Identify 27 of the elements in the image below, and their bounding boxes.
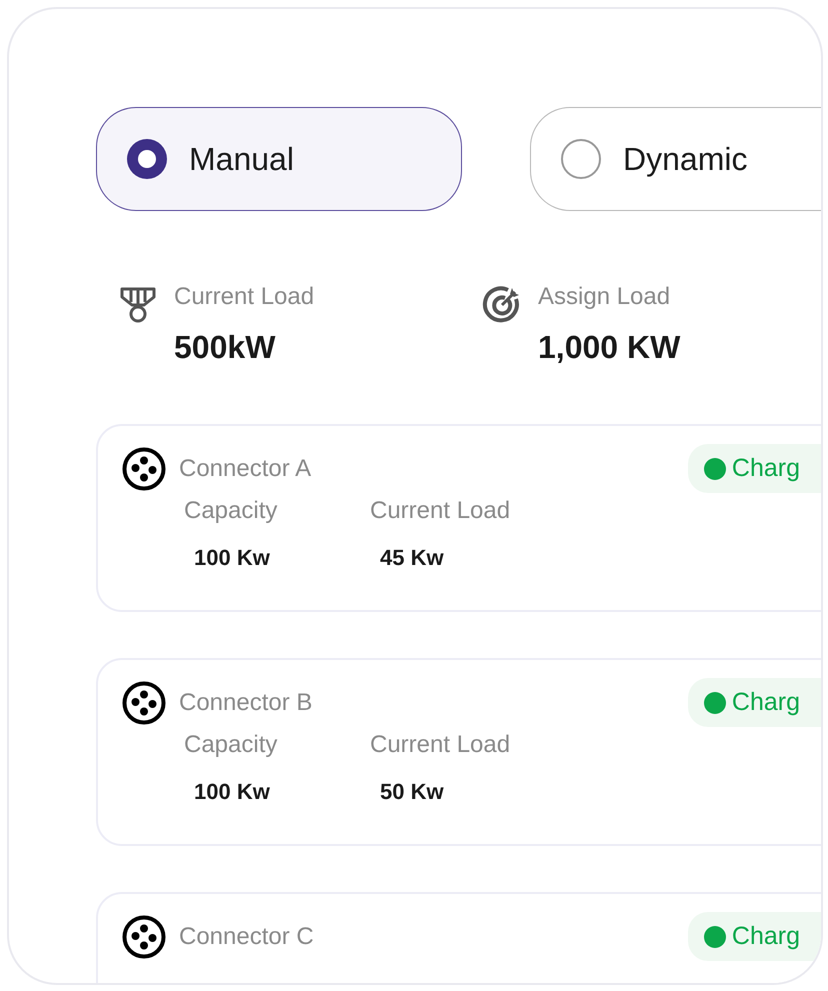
connector-plug-icon <box>122 680 166 724</box>
capacity-label: Capacity <box>184 497 278 525</box>
stat-label: Current Load <box>174 283 314 311</box>
stat-value: 500kW <box>174 329 276 366</box>
radio-button[interactable] <box>561 139 601 179</box>
status-badge: Charg <box>688 678 821 727</box>
status-badge: Charg <box>688 444 821 493</box>
connector-name: Connector A <box>179 454 312 482</box>
connector-plug-icon <box>122 446 166 490</box>
stat-value: 1,000 KW <box>538 329 680 366</box>
load-value: 45 Kw <box>380 545 444 571</box>
capacity-value: 100 Kw <box>194 545 270 571</box>
load-label: Current Load <box>370 731 510 759</box>
connector-plug-icon <box>122 914 166 958</box>
connector-name: Connector B <box>179 688 312 716</box>
capacity-label: Capacity <box>184 731 278 759</box>
load-label: Current Load <box>370 497 510 525</box>
mode-option[interactable]: Manual <box>96 107 462 211</box>
load-value: 50 Kw <box>380 779 444 805</box>
stat-label: Assign Load <box>538 283 672 311</box>
connector-name: Connector C <box>179 922 314 950</box>
medal-icon <box>118 285 158 325</box>
status-badge: Charg <box>688 912 821 961</box>
capacity-value: 100 Kw <box>194 779 270 805</box>
target-icon <box>482 285 522 325</box>
radio-button[interactable] <box>127 139 167 179</box>
mode-option[interactable]: Dynamic <box>530 107 821 211</box>
